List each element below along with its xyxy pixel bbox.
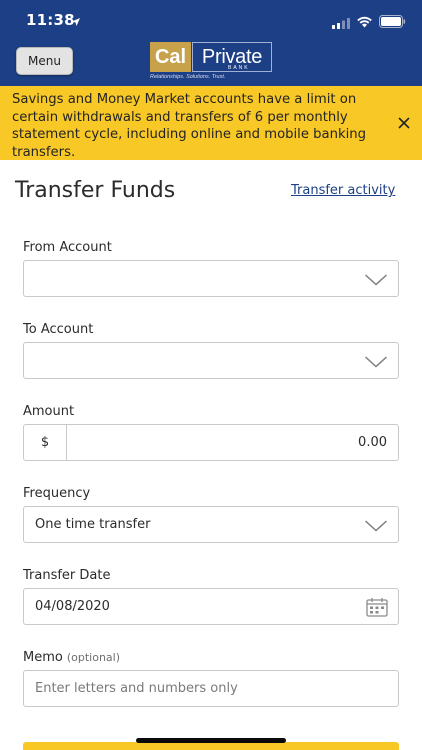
- from-account-label: From Account: [23, 240, 112, 255]
- chevron-down-icon: [364, 272, 388, 286]
- to-account-label: To Account: [23, 322, 94, 337]
- amount-value: 0.00: [358, 435, 387, 450]
- amount-label: Amount: [23, 404, 75, 419]
- memo-placeholder: Enter letters and numbers only: [35, 681, 238, 696]
- cellular-signal-icon: [332, 14, 350, 33]
- status-time: 11:38: [26, 11, 75, 29]
- battery-icon: [379, 13, 406, 32]
- calendar-icon[interactable]: [366, 597, 388, 617]
- close-icon[interactable]: [396, 115, 412, 131]
- home-indicator: [136, 738, 286, 743]
- logo-tagline: Relationships. Solutions. Trust.: [150, 74, 226, 80]
- page-title: Transfer Funds: [15, 178, 176, 203]
- frequency-select[interactable]: One time transfer: [23, 506, 399, 543]
- logo-bank: BANK: [228, 65, 250, 71]
- transfer-date-field[interactable]: 04/08/2020: [23, 588, 399, 625]
- notice-text: Savings and Money Market accounts have a…: [12, 92, 366, 160]
- app-header: Menu Cal Private BANK Relationships. Sol…: [0, 38, 422, 86]
- memo-label-text: Memo: [23, 650, 63, 665]
- submit-button[interactable]: [23, 742, 399, 750]
- memo-optional-hint: (optional): [66, 651, 121, 664]
- menu-button[interactable]: Menu: [16, 47, 73, 75]
- transfer-date-label: Transfer Date: [23, 568, 111, 583]
- memo-input[interactable]: Enter letters and numbers only: [23, 670, 399, 707]
- transfer-limit-notice: Savings and Money Market accounts have a…: [0, 86, 422, 160]
- from-account-select[interactable]: [23, 260, 399, 297]
- chevron-down-icon: [364, 518, 388, 532]
- chevron-down-icon: [364, 354, 388, 368]
- wifi-icon: [356, 13, 373, 32]
- status-bar: 11:38: [0, 0, 422, 38]
- frequency-value: One time transfer: [35, 517, 151, 532]
- transfer-activity-link[interactable]: Transfer activity: [291, 183, 395, 198]
- to-account-select[interactable]: [23, 342, 399, 379]
- transfer-date-value: 04/08/2020: [35, 599, 110, 614]
- location-arrow-icon: [71, 12, 81, 31]
- memo-label: Memo (optional): [23, 650, 120, 665]
- amount-field[interactable]: $ 0.00: [23, 424, 399, 461]
- bank-logo: Cal Private BANK Relationships. Solution…: [150, 42, 272, 82]
- logo-cal: Cal: [150, 42, 191, 72]
- currency-prefix: $: [24, 425, 67, 460]
- frequency-label: Frequency: [23, 486, 91, 501]
